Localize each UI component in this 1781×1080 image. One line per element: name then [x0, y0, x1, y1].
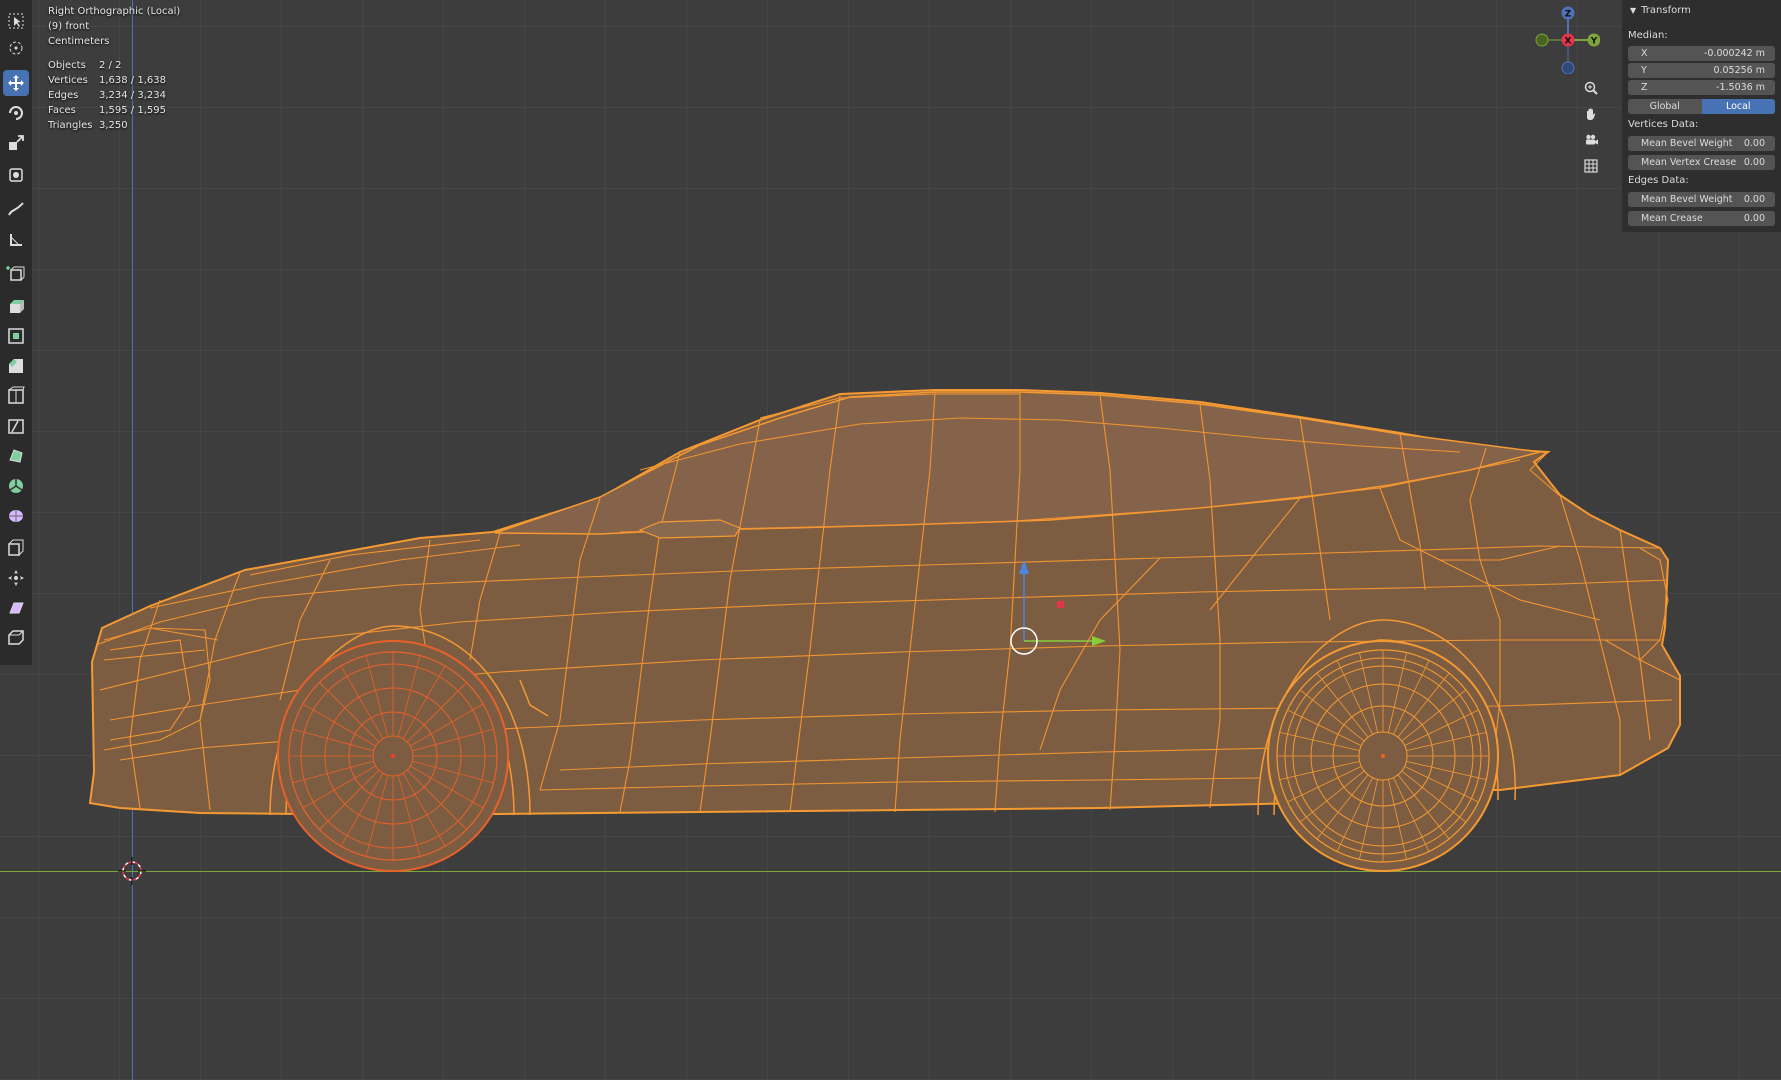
zoom-icon[interactable]: [1579, 76, 1603, 100]
front-wheel[interactable]: [277, 640, 509, 872]
tool-shelf: [0, 0, 32, 665]
unit-system: Centimeters: [48, 36, 110, 47]
stat-row: Triangles 3,250: [48, 120, 128, 131]
smooth-icon[interactable]: [3, 503, 29, 529]
3d-viewport[interactable]: Right Orthographic (Local) (9) front Cen…: [0, 0, 1781, 1080]
sidebar-transform-panel: ▼ Transform Median: X -0.000242 m Y 0.0525…: [1622, 0, 1781, 232]
navigation-gizmo[interactable]: Z Y X: [1530, 4, 1600, 74]
chevron-down-icon: ▼: [1630, 5, 1637, 15]
scene-statistics: Objects 2 / 2 Vertices 1,638 / 1,638 Edges…: [48, 58, 180, 133]
vertices-data-label: Vertices Data:: [1628, 119, 1699, 130]
gizmo-y-label: Y: [1590, 37, 1598, 47]
mean-bevel-weight-edge-field[interactable]: Mean Bevel Weight 0.00: [1628, 192, 1775, 207]
viewport-nav-buttons: [1579, 76, 1605, 180]
shear-icon[interactable]: [3, 595, 29, 621]
collection-object: (9) front: [48, 21, 90, 32]
gizmo-z-label: Z: [1565, 10, 1572, 20]
median-label: Median:: [1628, 30, 1668, 41]
median-z-field[interactable]: Z -1.5036 m: [1628, 80, 1775, 95]
rotate-icon[interactable]: [3, 100, 29, 126]
stat-row: Objects 2 / 2: [48, 60, 122, 71]
gizmo-x-label: X: [1565, 37, 1572, 47]
mean-vertex-crease-field[interactable]: Mean Vertex Crease 0.00: [1628, 155, 1775, 170]
stat-row: Vertices 1,638 / 1,638: [48, 75, 166, 86]
viewport-info: Right Orthographic (Local) (9) front Cen…: [48, 4, 180, 133]
add-cube-icon[interactable]: [3, 260, 29, 286]
poly-build-icon[interactable]: [3, 443, 29, 469]
local-space-button[interactable]: Local: [1701, 99, 1775, 114]
edge-slide-icon[interactable]: [3, 535, 29, 561]
loop-cut-icon[interactable]: [3, 383, 29, 409]
car-mesh[interactable]: [0, 0, 1781, 1080]
mean-bevel-weight-vertex-field[interactable]: Mean Bevel Weight 0.00: [1628, 136, 1775, 151]
select-box-icon[interactable]: [3, 8, 29, 34]
knife-icon[interactable]: [3, 413, 29, 439]
inset-icon[interactable]: [3, 323, 29, 349]
stat-row: Edges 3,234 / 3,234: [48, 90, 166, 101]
annotate-icon[interactable]: [3, 196, 29, 222]
3d-cursor-icon[interactable]: [118, 857, 146, 885]
view-name: Right Orthographic (Local): [48, 6, 181, 17]
camera-icon[interactable]: [1579, 128, 1603, 152]
spin-icon[interactable]: [3, 473, 29, 499]
move-icon[interactable]: [3, 70, 29, 96]
median-x-field[interactable]: X -0.000242 m: [1628, 46, 1775, 61]
scale-icon[interactable]: [3, 130, 29, 156]
grid-ortho-icon[interactable]: [1579, 154, 1603, 178]
measure-icon[interactable]: [3, 227, 29, 253]
stat-row: Faces 1,595 / 1,595: [48, 105, 166, 116]
gizmo-neg-z-axis[interactable]: [1561, 61, 1575, 74]
panel-title: Transform: [1641, 4, 1691, 16]
edges-data-label: Edges Data:: [1628, 175, 1689, 186]
space-toggle: Global Local: [1628, 99, 1775, 114]
transform-panel-header[interactable]: ▼ Transform: [1622, 0, 1781, 20]
transform-icon[interactable]: [3, 162, 29, 188]
rear-wheel[interactable]: [1267, 640, 1499, 872]
gizmo-neg-y-axis[interactable]: [1535, 33, 1549, 47]
cursor-icon[interactable]: [3, 35, 29, 61]
bevel-icon[interactable]: [3, 353, 29, 379]
extrude-icon[interactable]: [3, 293, 29, 319]
rip-region-icon[interactable]: [3, 625, 29, 651]
median-y-field[interactable]: Y 0.05256 m: [1628, 63, 1775, 78]
global-space-button[interactable]: Global: [1628, 99, 1702, 114]
shrink-fatten-icon[interactable]: [3, 565, 29, 591]
mean-crease-field[interactable]: Mean Crease 0.00: [1628, 211, 1775, 226]
pan-hand-icon[interactable]: [1579, 102, 1603, 126]
